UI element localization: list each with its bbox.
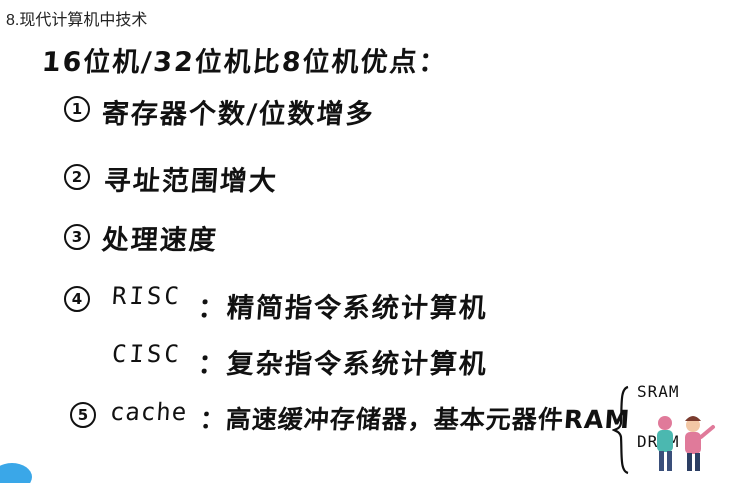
notes-heading: 16位机/32位机比8位机优点： (40, 47, 449, 78)
item-number-4: 4 (64, 286, 90, 312)
memory-type-sram: SRAM (637, 382, 680, 401)
item-1-text: 寄存器个数/位数增多 (100, 99, 376, 130)
item-number-1: 1 (64, 96, 90, 122)
item-3-text: 处理速度 (100, 225, 219, 256)
cache-text: ：高速缓冲存储器，基本元器件RAM (198, 405, 632, 434)
risc-text: ：精简指令系统计算机 (196, 293, 489, 324)
cache-label: cache (109, 398, 189, 426)
curly-brace (612, 385, 629, 475)
corner-decoration (0, 463, 32, 483)
page-title: 8.现代计算机中技术 (6, 12, 148, 29)
cisc-text: ：复杂指令系统计算机 (196, 349, 489, 380)
risc-label: RISC (111, 282, 183, 310)
cartoon-people-decoration (657, 416, 715, 471)
item-number-2: 2 (64, 164, 90, 190)
cisc-label: CISC (111, 340, 183, 368)
item-2-text: 寻址范围增大 (102, 166, 279, 197)
item-number-3: 3 (64, 224, 90, 250)
item-number-5: 5 (70, 402, 96, 428)
